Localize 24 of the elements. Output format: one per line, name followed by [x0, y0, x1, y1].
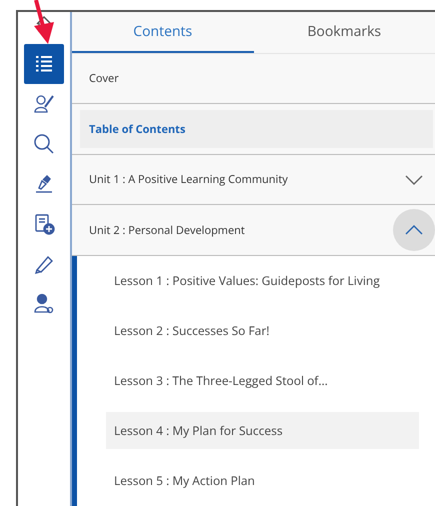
person-gear-icon: [33, 293, 55, 315]
caret-up-icon: [405, 225, 423, 236]
note-add-icon: [33, 213, 55, 235]
toolbar-button[interactable]: [24, 44, 64, 84]
search-icon: [33, 133, 55, 155]
tab[interactable]: Contents: [72, 12, 254, 53]
tab[interactable]: Bookmarks: [254, 12, 435, 53]
toc-item[interactable]: Unit 2 : Personal Development: [72, 211, 389, 250]
lesson-item[interactable]: Lesson 2 : Successes So Far!: [106, 312, 419, 350]
toc-item-label: Unit 1 : A Positive Learning Community: [89, 172, 288, 188]
toc-item-label: Table of Contents: [89, 122, 186, 137]
caret-down-icon: [405, 174, 423, 185]
toc-item[interactable]: Unit 1 : A Positive Learning Community: [72, 160, 389, 199]
pen-icon: [33, 173, 55, 195]
toc-item[interactable]: Table of Contents: [80, 110, 433, 148]
toc-item-label: Cover: [89, 70, 119, 86]
toc-item[interactable]: Cover: [72, 59, 435, 98]
highlighter-icon: [33, 253, 55, 275]
lesson-item[interactable]: Lesson 5 : My Action Plan: [106, 462, 419, 500]
person-pen-icon: [33, 93, 55, 115]
lesson-item[interactable]: Lesson 4 : My Plan for Success: [106, 412, 419, 450]
lesson-item[interactable]: Lesson 1 : Positive Values: Guideposts for Living: [106, 262, 419, 300]
toc-item-label: Unit 2 : Personal Development: [89, 222, 245, 238]
lesson-item[interactable]: Lesson 3 : The Three-Legged Stool of...: [106, 362, 419, 400]
